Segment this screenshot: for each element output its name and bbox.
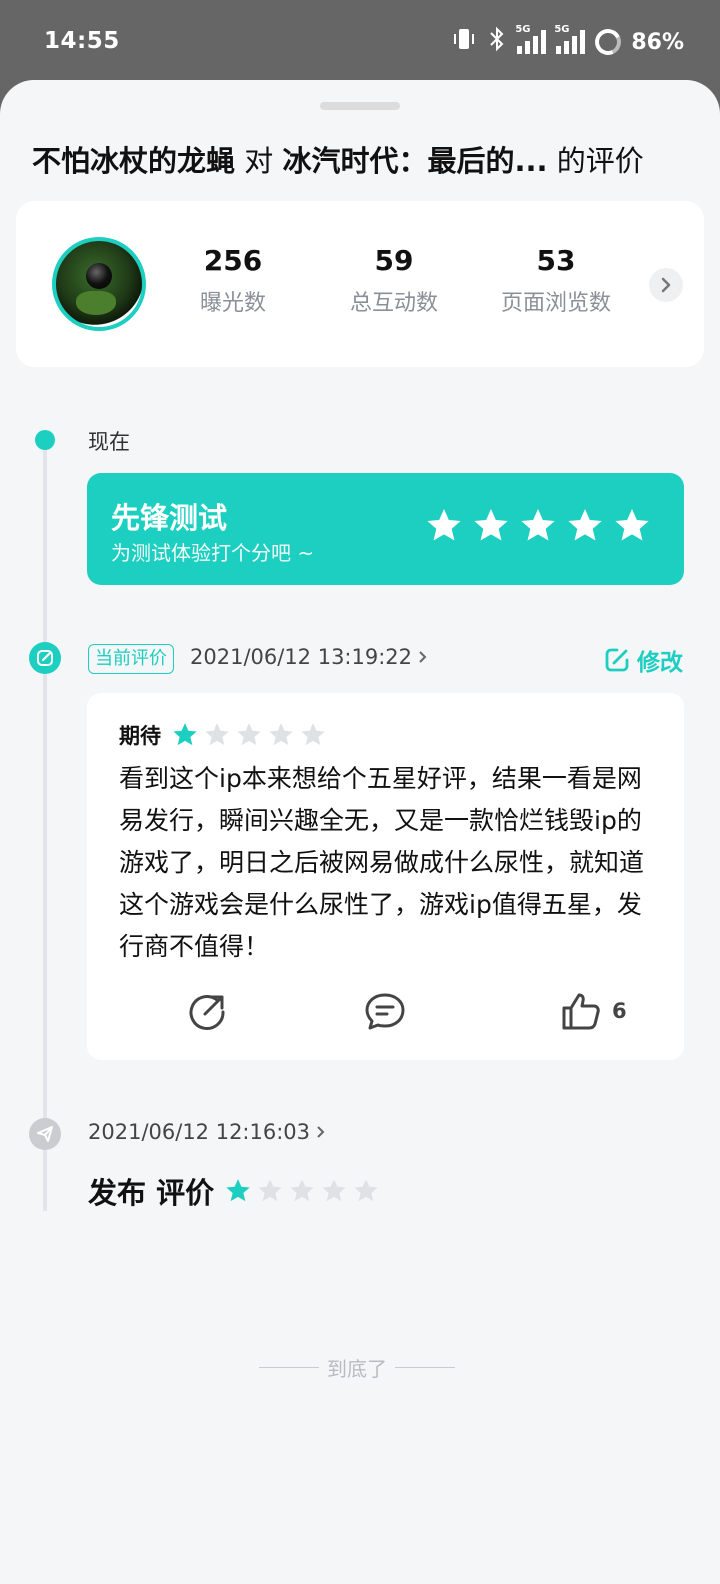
- battery-icon: [591, 25, 625, 59]
- rating-input[interactable]: [424, 506, 652, 546]
- star-empty-icon: [269, 723, 293, 746]
- stats-more-button[interactable]: [649, 268, 683, 302]
- title-suffix: 的评价: [556, 144, 644, 178]
- stat-label: 总互动数: [349, 291, 438, 316]
- review-rating: [171, 721, 327, 749]
- star-filled-icon[interactable]: [424, 506, 464, 546]
- publish-rating: [224, 1177, 380, 1205]
- stat-interactions: 59 总互动数: [314, 243, 474, 317]
- battery-level: 86%: [631, 29, 684, 55]
- stat-page-views: 53 页面浏览数: [476, 243, 636, 317]
- pioneer-test-card[interactable]: 先锋测试 为测试体验打个分吧 ~: [87, 473, 684, 585]
- star-empty-icon: [301, 723, 325, 746]
- sheet-drag-handle[interactable]: [320, 102, 400, 110]
- publish-time[interactable]: 2021/06/12 12:16:03: [88, 1120, 326, 1144]
- chevron-right-icon: [317, 1126, 325, 1138]
- star-empty-icon: [322, 1179, 346, 1202]
- status-icons: 5G 5G 86%: [451, 24, 684, 59]
- avatar[interactable]: [52, 237, 146, 331]
- chevron-right-icon: [661, 277, 671, 293]
- star-empty-icon: [354, 1179, 378, 1202]
- like-count: 6: [612, 999, 627, 1023]
- stat-value: 53: [536, 244, 576, 277]
- chevron-right-icon: [419, 651, 427, 663]
- star-empty-icon: [205, 723, 229, 746]
- publish-event: 发布 评价: [88, 1170, 380, 1212]
- publish-timeline-icon: [29, 1118, 61, 1150]
- publish-text: 发布 评价: [88, 1176, 215, 1210]
- divider: [395, 1367, 455, 1368]
- stat-label: 页面浏览数: [500, 291, 611, 316]
- bluetooth-icon: [487, 26, 507, 58]
- share-icon: [189, 995, 225, 1030]
- edit-icon: [605, 648, 629, 672]
- signal-icon-2: 5G: [554, 24, 586, 54]
- star-empty-icon: [290, 1179, 314, 1202]
- stats-card[interactable]: 256 曝光数 59 总互动数 53 页面浏览数: [16, 201, 704, 367]
- star-empty-icon: [237, 723, 261, 746]
- modify-label: 修改: [637, 650, 683, 676]
- status-time: 14:55: [44, 28, 120, 54]
- star-empty-icon: [258, 1179, 282, 1202]
- game-name[interactable]: 冰汽时代：最后的...: [282, 144, 547, 178]
- reviewer-name[interactable]: 不怕冰杖的龙蝇: [32, 144, 235, 178]
- stat-label: 曝光数: [199, 291, 266, 316]
- send-icon: [37, 1126, 53, 1142]
- star-filled-icon[interactable]: [471, 506, 511, 546]
- stat-value: 59: [374, 244, 414, 277]
- pioneer-title: 先锋测试: [111, 501, 228, 535]
- review-text: 看到这个ip本来想给个五星好评，结果一看是网易发行，瞬间兴趣全无，又是一款恰烂钱…: [119, 764, 645, 961]
- status-bar: 14:55 5G 5G 86%: [0, 0, 720, 80]
- comment-button[interactable]: [363, 990, 407, 1032]
- current-time-text: 2021/06/12 13:19:22: [190, 645, 413, 669]
- timeline-dot-now: [35, 430, 55, 450]
- divider: [259, 1367, 319, 1368]
- title-connector: 对: [244, 144, 274, 178]
- review-actions: 6: [87, 990, 684, 1040]
- publish-time-text: 2021/06/12 12:16:03: [88, 1120, 311, 1144]
- modify-button[interactable]: 修改: [603, 643, 683, 677]
- edit-timeline-icon: [29, 642, 61, 674]
- timeline-now-label: 现在: [88, 430, 130, 454]
- current-review-time[interactable]: 2021/06/12 13:19:22: [190, 645, 428, 669]
- comment-icon: [365, 993, 405, 1030]
- like-button[interactable]: 6: [560, 990, 627, 1032]
- star-filled-icon: [226, 1179, 250, 1202]
- vibrate-icon: [451, 26, 477, 58]
- review-header: 期待: [119, 720, 327, 750]
- star-filled-icon[interactable]: [518, 506, 558, 546]
- pioneer-subtitle: 为测试体验打个分吧 ~: [111, 541, 315, 565]
- signal-icon-1: 5G: [515, 24, 547, 54]
- star-filled-icon: [173, 723, 197, 746]
- end-text: 到底了: [327, 1357, 387, 1381]
- review-card[interactable]: 期待 看到这个ip本来想给个五星好评，结果一看是网易发行，瞬间兴趣全无，又是一款…: [87, 693, 684, 1060]
- page-title: 不怕冰杖的龙蝇 对 冰汽时代：最后的... 的评价: [32, 138, 692, 180]
- thumbs-up-icon: [562, 993, 600, 1030]
- network-type-2: 5G: [554, 24, 570, 35]
- stat-exposure: 256 曝光数: [153, 243, 313, 317]
- current-review-tag: 当前评价: [88, 644, 174, 674]
- star-filled-icon[interactable]: [565, 506, 605, 546]
- timeline-line: [43, 440, 47, 1211]
- star-filled-icon[interactable]: [612, 506, 652, 546]
- share-button[interactable]: [187, 990, 229, 1032]
- network-type-1: 5G: [515, 24, 531, 35]
- end-of-list: 到底了: [256, 1353, 458, 1382]
- stat-value: 256: [203, 244, 263, 277]
- review-label: 期待: [119, 724, 161, 748]
